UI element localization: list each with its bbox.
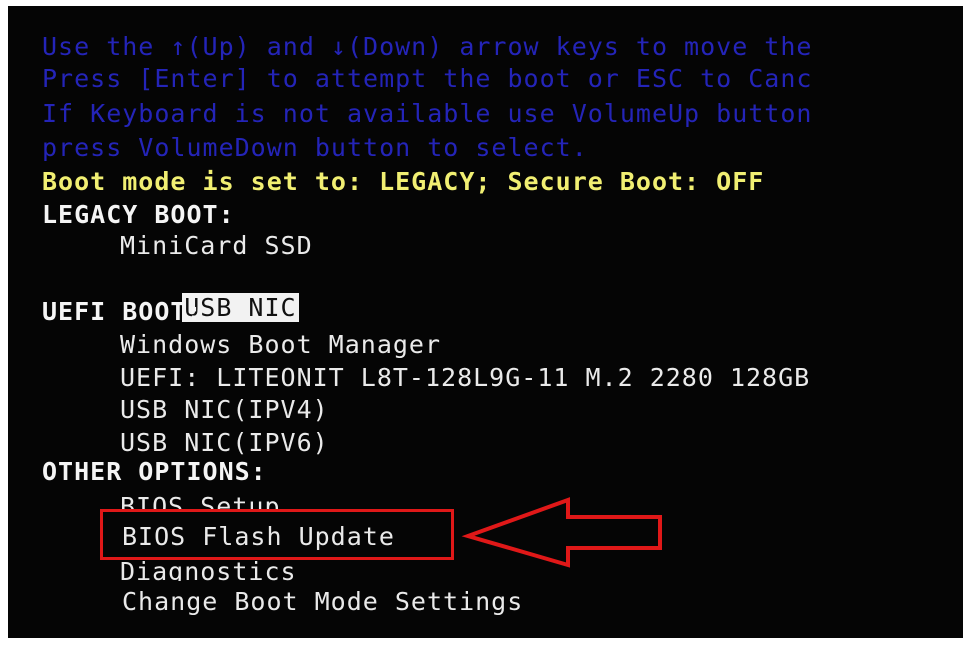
red-outline-arrow-icon (461, 497, 662, 568)
